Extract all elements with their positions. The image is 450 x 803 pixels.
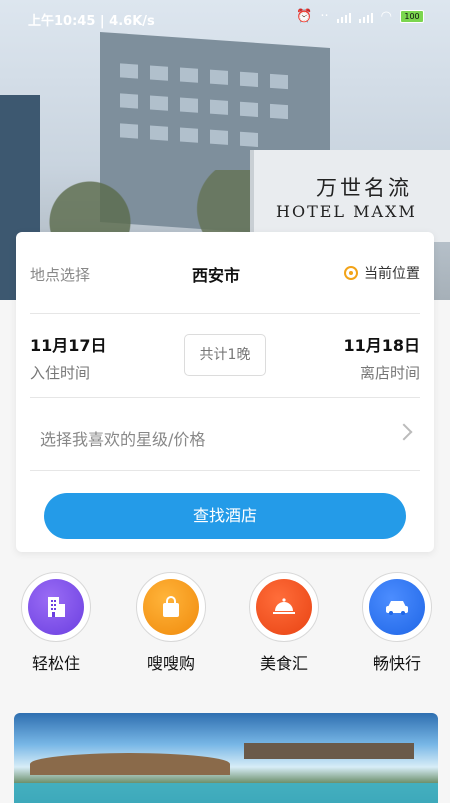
checkout-label: 离店时间 <box>359 364 420 382</box>
location-label: 地点选择 <box>30 266 91 284</box>
shopping-bag-icon <box>143 579 199 635</box>
food-cloche-icon <box>256 579 312 635</box>
locate-icon <box>344 266 358 280</box>
hotel-sign: 万世名流 HOTEL MAXM <box>250 150 450 242</box>
chevron-right-icon <box>395 423 413 441</box>
hotel-sign-chinese: 万世名流 <box>316 176 412 200</box>
quick-item-label: 轻松住 <box>31 654 80 673</box>
car-icon <box>369 579 425 635</box>
divider <box>30 470 420 471</box>
quick-menu: 轻松住 嗖嗖购 美食汇 畅快行 <box>0 570 450 680</box>
hotel-sign-english: HOTEL MAXM <box>276 202 417 221</box>
star-price-filter-text: 选择我喜欢的星级/价格 <box>40 430 206 449</box>
quick-item-shopping[interactable]: 嗖嗖购 <box>133 570 209 680</box>
building-icon <box>28 579 84 635</box>
status-time-speed: 上午10:45 | 4.6K/s <box>28 14 155 29</box>
quick-item-stay[interactable]: 轻松住 <box>18 570 94 680</box>
promo-banner-image[interactable] <box>14 713 438 803</box>
current-location-label: 当前位置 <box>364 266 420 282</box>
location-row[interactable]: 地点选择 西安市 当前位置 <box>16 232 434 312</box>
checkin-label: 入住时间 <box>30 364 91 382</box>
checkin-date[interactable]: 11月17日 <box>30 332 107 356</box>
status-bar: 上午10:45 | 4.6K/s ⏰ ·· ◠ 100 <box>0 0 450 34</box>
more-dots-icon: ·· <box>320 9 329 24</box>
banner-pool <box>14 783 438 803</box>
signal-icon <box>336 11 351 23</box>
wifi-icon: ◠ <box>380 9 392 24</box>
alarm-icon: ⏰ <box>296 9 313 24</box>
location-city[interactable]: 西安市 <box>192 262 240 286</box>
banner-hut-roof <box>30 753 230 775</box>
date-row: 11月17日 入住时间 共计1晚 11月18日 离店时间 <box>16 314 434 396</box>
nights-badge: 共计1晚 <box>184 334 266 376</box>
quick-item-label: 嗖嗖购 <box>146 654 195 673</box>
quick-item-travel[interactable]: 畅快行 <box>359 570 435 680</box>
search-hotel-button[interactable]: 查找酒店 <box>44 493 406 539</box>
battery-icon: 100 <box>400 10 424 23</box>
star-price-filter[interactable]: 选择我喜欢的星级/价格 <box>16 398 434 470</box>
quick-item-label: 畅快行 <box>372 654 421 673</box>
quick-item-food[interactable]: 美食汇 <box>246 570 322 680</box>
banner-building-roof <box>244 743 414 759</box>
quick-item-label: 美食汇 <box>259 654 308 673</box>
signal-icon-2 <box>358 11 373 23</box>
checkout-date[interactable]: 11月18日 <box>343 332 420 356</box>
current-location-button[interactable]: 当前位置 <box>344 263 420 283</box>
hotel-search-card: 地点选择 西安市 当前位置 11月17日 入住时间 共计1晚 11月18日 离店… <box>16 232 434 552</box>
